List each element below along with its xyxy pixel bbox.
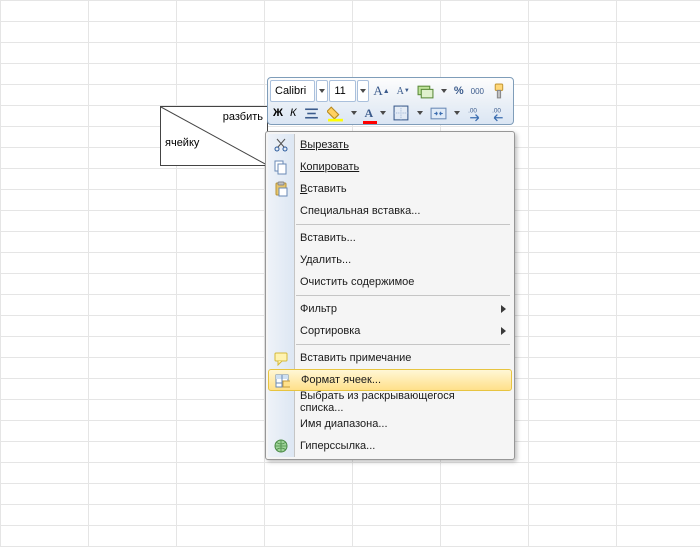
copy-icon — [273, 159, 289, 175]
menu-item-copy[interactable]: Копировать — [268, 156, 512, 178]
comma-style-button[interactable]: 000 — [468, 80, 487, 102]
shrink-font-button[interactable]: A▼ — [394, 80, 413, 102]
merge-center-button[interactable] — [427, 102, 450, 124]
align-center-button[interactable] — [300, 102, 323, 124]
diagonal-split-cell[interactable]: разбить ячейку — [160, 106, 268, 166]
increase-decimal-button[interactable]: .00 — [464, 102, 487, 124]
menu-item-filter[interactable]: Фильтр — [268, 298, 512, 320]
font-size-dropdown[interactable] — [357, 80, 369, 102]
submenu-arrow-icon — [501, 304, 506, 316]
scissors-icon — [273, 137, 289, 153]
font-name-dropdown[interactable] — [316, 80, 328, 102]
menu-item-sort[interactable]: Сортировка — [268, 320, 512, 342]
menu-item-insert[interactable]: Вставить... — [268, 227, 512, 249]
menu-separator — [296, 344, 510, 345]
fill-color-button[interactable] — [324, 102, 347, 124]
format-cells-icon — [274, 373, 290, 389]
menu-separator — [296, 295, 510, 296]
borders-button[interactable] — [390, 102, 413, 124]
font-name-combo[interactable]: Calibri — [270, 80, 315, 102]
split-cell-bottom-text: ячейку — [165, 137, 199, 149]
percent-style-button[interactable]: % — [451, 80, 467, 102]
menu-item-insert-comment[interactable]: Вставить примечание — [268, 347, 512, 369]
svg-text:.00: .00 — [492, 107, 501, 114]
merge-center-dropdown[interactable] — [451, 102, 463, 124]
menu-item-paste[interactable]: Вставить — [268, 178, 512, 200]
borders-dropdown[interactable] — [414, 102, 426, 124]
italic-button[interactable]: К — [287, 102, 299, 124]
menu-item-format-cells[interactable]: Формат ячеек... — [268, 369, 512, 391]
menu-item-from-dropdown[interactable]: Выбрать из раскрывающегося списка... — [268, 391, 512, 413]
svg-text:.00: .00 — [468, 107, 477, 114]
paste-icon — [273, 181, 289, 197]
decrease-decimal-button[interactable]: .00 — [488, 102, 511, 124]
menu-item-cut[interactable]: Вырезать — [268, 134, 512, 156]
context-menu: Вырезать Копировать Вставить Специальная… — [265, 131, 515, 460]
grow-font-button[interactable]: A▲ — [370, 80, 392, 102]
menu-separator — [296, 224, 510, 225]
menu-item-clear[interactable]: Очистить содержимое — [268, 271, 512, 293]
bold-button[interactable]: Ж — [270, 102, 286, 124]
font-color-button[interactable]: А — [361, 102, 376, 124]
accounting-format-button[interactable] — [414, 80, 437, 102]
comment-icon — [273, 350, 289, 366]
accounting-format-dropdown[interactable] — [438, 80, 450, 102]
menu-item-name-range[interactable]: Имя диапазона... — [268, 413, 512, 435]
font-size-combo[interactable]: 11 — [329, 80, 356, 102]
menu-item-delete[interactable]: Удалить... — [268, 249, 512, 271]
fill-color-dropdown[interactable] — [348, 102, 360, 124]
globe-icon — [273, 438, 289, 454]
font-color-dropdown[interactable] — [377, 102, 389, 124]
mini-toolbar: Calibri 11 A▲ A▼ % 000 Ж К А — [267, 77, 514, 125]
submenu-arrow-icon — [501, 326, 506, 338]
menu-item-hyperlink[interactable]: Гиперссылка... — [268, 435, 512, 457]
format-painter-button[interactable] — [488, 80, 511, 102]
split-cell-top-text: разбить — [223, 111, 263, 123]
menu-item-paste-special[interactable]: Специальная вставка... — [268, 200, 512, 222]
